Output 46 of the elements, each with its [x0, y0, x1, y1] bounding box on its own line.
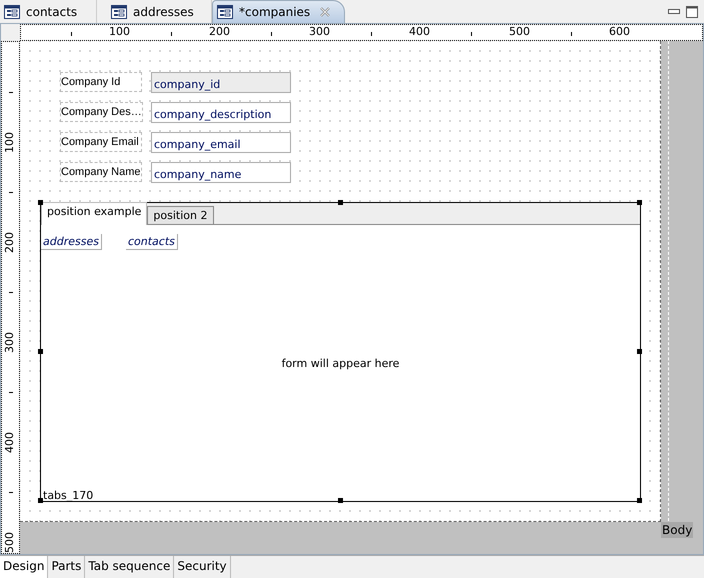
panel-tab[interactable]: position 2	[147, 206, 214, 224]
panel-tab[interactable]: position example	[41, 202, 148, 225]
tab-link[interactable]: contacts	[126, 234, 178, 250]
editor-page-tab[interactable]: Security	[174, 556, 231, 578]
text-field[interactable]: company_name	[151, 162, 291, 183]
component-name: tabs_170	[43, 489, 94, 502]
resize-handle[interactable]	[338, 498, 342, 503]
editor-page-tab[interactable]: Tab sequence	[85, 556, 174, 578]
field-label[interactable]: Company Name	[60, 162, 142, 182]
tab-panel[interactable]: position example position 2 addresses contacts form will appear here tabs_170	[40, 202, 641, 502]
field-label[interactable]: Company Des…	[60, 102, 143, 122]
ruler-label: 400	[3, 432, 16, 453]
form-icon	[111, 4, 127, 18]
resize-handle[interactable]	[637, 498, 642, 503]
editor-tab[interactable]: contacts	[0, 0, 97, 23]
ruler-label: 600	[609, 25, 630, 38]
ruler-label: 300	[3, 332, 16, 353]
field-label[interactable]: Company Email	[60, 132, 142, 152]
resize-handle[interactable]	[637, 200, 642, 205]
form-icon	[217, 5, 233, 19]
resize-handle[interactable]	[338, 200, 342, 205]
text-field[interactable]: company_email	[151, 132, 291, 153]
ruler-label: 200	[209, 25, 230, 38]
resize-handle[interactable]	[38, 349, 43, 354]
ruler-label: 100	[109, 25, 130, 38]
placeholder-text: form will appear here	[280, 357, 400, 370]
ruler-label: 300	[309, 25, 330, 38]
editor-page-tab[interactable]: Design	[0, 556, 48, 578]
ruler-label: 500	[509, 25, 530, 38]
ruler-label: 500	[3, 532, 16, 553]
editor-tab[interactable]: addresses	[107, 0, 212, 23]
ruler-label: 200	[3, 232, 16, 253]
editor-page-tab[interactable]: Parts	[48, 556, 86, 578]
resize-handle[interactable]	[38, 200, 43, 205]
resize-handle[interactable]	[637, 349, 642, 354]
maximize-icon[interactable]	[686, 6, 698, 18]
tab-link[interactable]: addresses	[41, 234, 102, 250]
resize-handle[interactable]	[38, 498, 43, 503]
minimize-icon[interactable]	[668, 8, 680, 14]
form-icon	[4, 4, 20, 18]
part-label: Body	[661, 522, 694, 538]
close-icon[interactable]	[320, 7, 330, 17]
text-field[interactable]: company_description	[151, 102, 291, 123]
editor-tab[interactable]: *companies	[212, 0, 346, 23]
ruler-label: 400	[409, 25, 430, 38]
ruler-label: 100	[3, 132, 16, 153]
